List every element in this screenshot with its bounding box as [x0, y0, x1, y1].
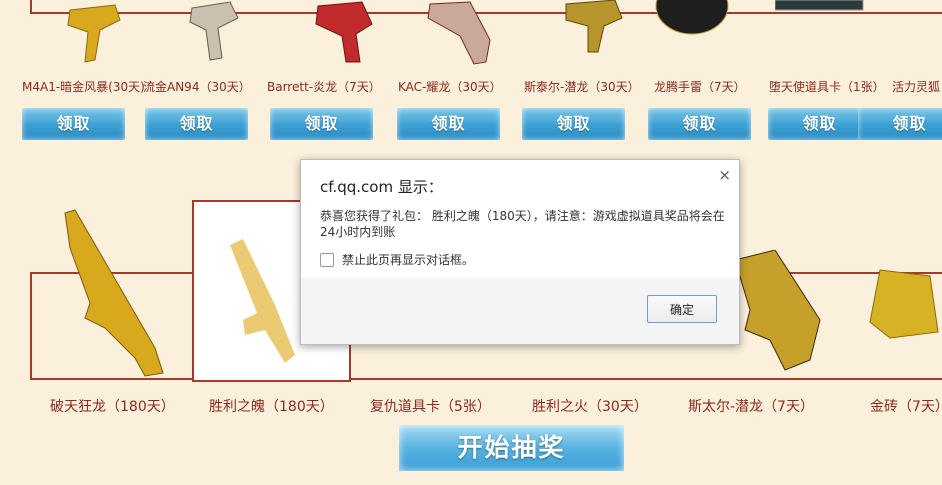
- claim-button[interactable]: 领取: [145, 108, 248, 140]
- claim-button[interactable]: 领取: [858, 108, 942, 140]
- weapon-image-kac: [427, 1, 491, 65]
- weapon-image-m4a1: [67, 4, 121, 63]
- weapon-image-barrett: [315, 1, 373, 63]
- claim-button[interactable]: 领取: [397, 108, 500, 140]
- row2-item-name: 斯太尔-潜龙（7天）: [688, 399, 814, 415]
- dialog-footer: 确定: [301, 278, 739, 344]
- claim-button[interactable]: 领取: [768, 108, 871, 140]
- claim-button[interactable]: 领取: [270, 108, 373, 140]
- row1-item-name: 堕天使道具卡（1张）: [769, 80, 885, 94]
- dialog-title: cf.qq.com 显示：: [320, 178, 443, 196]
- checkbox-label: 禁止此页再显示对话框。: [342, 253, 475, 267]
- row1-item-name: 斯泰尔-潜龙（30天）: [524, 80, 640, 94]
- claim-button[interactable]: 领取: [648, 108, 751, 140]
- alert-dialog: cf.qq.com 显示： × 恭喜您获得了礼包： 胜利之魄（180天），请注意…: [300, 159, 740, 345]
- checkbox-box[interactable]: [320, 252, 334, 267]
- row1-item-name: Barrett-炎龙（7天）: [267, 80, 381, 94]
- row2-item-name: 破天狂龙（180天）: [50, 399, 175, 415]
- row2-item-name: 胜利之火（30天）: [532, 399, 648, 415]
- grenade-image: [655, 0, 729, 35]
- weapon-image-sniper: [64, 209, 164, 377]
- start-lottery-button[interactable]: 开始抽奖: [399, 425, 624, 471]
- row1-item-name: KAC-耀龙（30天）: [398, 80, 502, 94]
- claim-button[interactable]: 领取: [22, 108, 125, 140]
- row1-item-name: M4A1-暗金风暴(30天): [22, 80, 145, 94]
- row1-item-name: 活力灵狐: [892, 80, 941, 94]
- row2-item-name: 复仇道具卡（5张）: [370, 399, 491, 415]
- row2-item-name: 胜利之魄（180天）: [209, 399, 334, 415]
- weapon-image-steyr: [565, 0, 623, 53]
- claim-button[interactable]: 领取: [522, 108, 625, 140]
- row2-item-name: 金砖（7天）: [870, 399, 942, 415]
- ok-button[interactable]: 确定: [647, 295, 717, 323]
- close-icon[interactable]: ×: [718, 166, 731, 184]
- dialog-message: 恭喜您获得了礼包： 胜利之魄（180天），请注意：游戏虚拟道具奖品将会在24小时…: [320, 209, 725, 239]
- weapon-image-ak-gold: [230, 239, 295, 363]
- row1-item-name: 龙腾手雷（7天）: [654, 80, 746, 94]
- gold-bar-image: [869, 269, 939, 339]
- dialog-body: cf.qq.com 显示： × 恭喜您获得了礼包： 胜利之魄（180天），请注意…: [301, 160, 739, 280]
- suppress-dialogs-checkbox[interactable]: 禁止此页再显示对话框。: [320, 251, 474, 268]
- weapon-image-an94: [189, 1, 239, 61]
- row1-item-name: 流金AN94（30天）: [143, 80, 251, 94]
- card-image: [775, 0, 864, 11]
